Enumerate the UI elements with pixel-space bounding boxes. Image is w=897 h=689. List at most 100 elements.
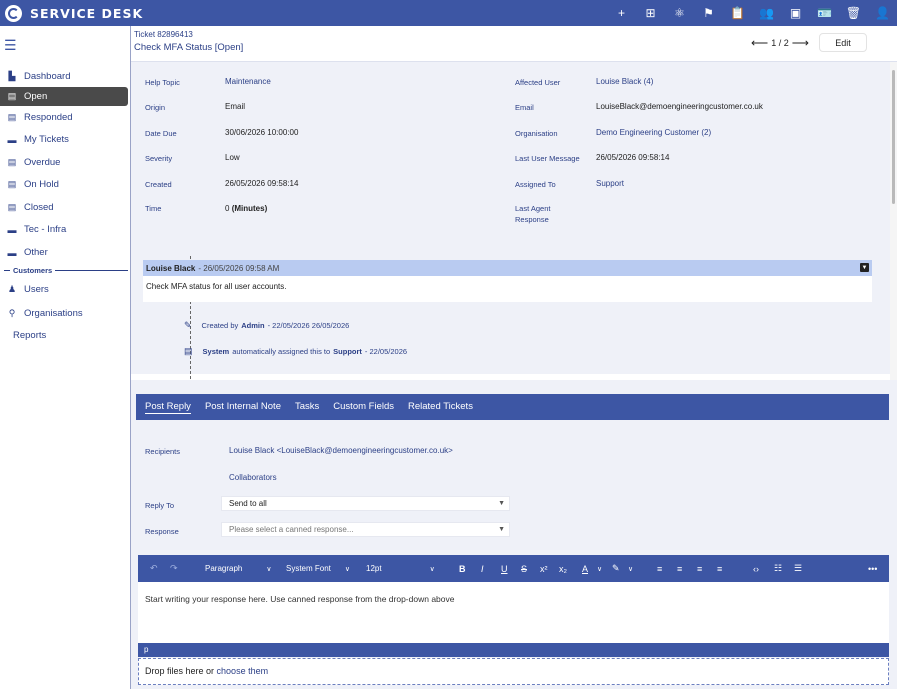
hamburger-menu-icon[interactable]: ☰ xyxy=(4,37,17,54)
flag-icon[interactable]: ⚑ xyxy=(694,6,723,20)
last-user-message-value: 26/05/2026 09:58:14 xyxy=(596,153,670,162)
affected-user-label: Affected User xyxy=(515,78,561,87)
edit-button[interactable]: Edit xyxy=(819,33,867,52)
customers-section-label: Customers xyxy=(4,266,128,275)
more-options-icon[interactable]: ••• xyxy=(868,555,877,582)
image-icon[interactable]: ▣ xyxy=(781,6,810,20)
highlight-icon[interactable]: ✎ xyxy=(612,555,620,582)
closed-icon: ▤ xyxy=(7,202,17,212)
superscript-icon[interactable]: x² xyxy=(540,555,548,582)
prev-arrow-icon[interactable]: ⟵ xyxy=(751,36,768,50)
collaborators-link[interactable]: Collaborators xyxy=(229,473,277,482)
file-dropzone[interactable]: Drop files here or choose them xyxy=(138,658,889,685)
new-window-icon[interactable]: ⊞ xyxy=(636,6,665,20)
subscript-icon[interactable]: x₂ xyxy=(559,555,567,582)
highlight-chevron-icon[interactable]: ∨ xyxy=(628,555,633,582)
sidebar-item-dashboard[interactable]: ▙ Dashboard xyxy=(0,67,128,86)
sidebar-item-reports[interactable]: Reports xyxy=(13,330,46,341)
sidebar-item-my-tickets[interactable]: ▬ My Tickets xyxy=(0,130,128,149)
redo-icon[interactable]: ↷ xyxy=(170,555,178,582)
sidebar-item-organisations[interactable]: ⚲ Organisations xyxy=(0,304,128,323)
tab-custom-fields[interactable]: Custom Fields xyxy=(333,401,394,413)
created-value: 26/05/2026 09:58:14 xyxy=(225,179,299,188)
recipients-value[interactable]: Louise Black <LouiseBlack@demoengineerin… xyxy=(229,446,453,455)
atom-icon[interactable]: ⚛ xyxy=(665,6,694,20)
chevron-down-icon: ▼ xyxy=(498,526,505,533)
overdue-icon: ▤ xyxy=(7,157,17,167)
organisation-value[interactable]: Demo Engineering Customer (2) xyxy=(596,128,711,137)
sidebar-item-label: My Tickets xyxy=(24,134,69,145)
email-label: Email xyxy=(515,103,534,112)
scrollbar-thumb[interactable] xyxy=(892,70,895,204)
plus-icon[interactable]: + xyxy=(607,6,636,20)
collapse-toggle-icon[interactable]: ▼ xyxy=(860,263,869,272)
sidebar-item-on-hold[interactable]: ▤ On Hold xyxy=(0,175,128,194)
ticket-title: Check MFA Status [Open] xyxy=(134,42,244,53)
pencil-icon: ✎ xyxy=(184,320,192,330)
next-arrow-icon[interactable]: ⟶ xyxy=(792,36,809,50)
strikethrough-icon[interactable]: S xyxy=(521,555,527,582)
align-left-icon[interactable]: ≡ xyxy=(657,555,662,582)
sidebar-item-overdue[interactable]: ▤ Overdue xyxy=(0,153,128,172)
clipboard-icon[interactable]: 📋 xyxy=(723,6,752,20)
help-topic-value[interactable]: Maintenance xyxy=(225,77,271,86)
logo-icon xyxy=(5,4,22,22)
tab-related-tickets[interactable]: Related Tickets xyxy=(408,401,473,413)
tab-tasks[interactable]: Tasks xyxy=(295,401,319,413)
sidebar-item-users[interactable]: ♟ Users xyxy=(0,280,128,299)
text-color-chevron-icon[interactable]: ∨ xyxy=(597,555,602,582)
sidebar-item-closed[interactable]: ▤ Closed xyxy=(0,198,128,217)
user-icon[interactable]: 👤 xyxy=(868,6,897,20)
reply-to-select[interactable]: Send to all ▼ xyxy=(221,496,510,511)
align-right-icon[interactable]: ≡ xyxy=(697,555,702,582)
font-family-dropdown[interactable]: System Font ∨ xyxy=(286,555,350,582)
justify-icon[interactable]: ≡ xyxy=(717,555,722,582)
text-color-icon[interactable]: A xyxy=(582,555,588,582)
editor-status-bar: p xyxy=(138,643,889,657)
sidebar-item-label: Dashboard xyxy=(24,71,71,82)
reply-to-label: Reply To xyxy=(145,501,175,510)
block-format-dropdown[interactable]: Paragraph ∨ xyxy=(205,555,271,582)
open-icon: ▤ xyxy=(7,91,17,101)
sidebar-item-open[interactable]: ▤ Open xyxy=(0,87,128,106)
app-logo[interactable]: SERVICE DESK xyxy=(0,4,144,22)
choose-files-link[interactable]: choose them xyxy=(217,666,269,676)
font-size-dropdown[interactable]: 12pt ∨ xyxy=(366,555,435,582)
other-icon: ▬ xyxy=(7,247,17,258)
top-bar-icons: + ⊞ ⚛ ⚑ 📋 👥 ▣ 🪪 🗑 👤 xyxy=(607,0,897,26)
tab-post-internal-note[interactable]: Post Internal Note xyxy=(205,401,281,413)
organisations-icon: ⚲ xyxy=(8,308,16,318)
affected-user-value[interactable]: Louise Black (4) xyxy=(596,77,653,86)
trash-icon[interactable]: 🗑 xyxy=(839,6,868,20)
underline-icon[interactable]: U xyxy=(501,555,508,582)
sidebar: ☰ ▙ Dashboard ▤ Open ▤ Responded ▬ My Tickets ▤ O… xyxy=(0,26,131,689)
canned-response-select[interactable]: Please select a canned response... ▼ xyxy=(221,522,510,537)
sidebar-item-label: Users xyxy=(24,284,49,295)
undo-icon[interactable]: ↶ xyxy=(150,555,158,582)
sidebar-item-label: Other xyxy=(24,247,48,258)
event-assigned: ▤ System automatically assigned this to Su… xyxy=(184,346,408,356)
event-created: ✎ Created by Admin - 22/05/2026 26/05/2026 xyxy=(184,320,350,330)
italic-icon[interactable]: I xyxy=(481,555,484,582)
sidebar-item-label: On Hold xyxy=(24,179,59,190)
date-due-label: Date Due xyxy=(145,129,177,138)
sidebar-item-tec-infra[interactable]: ▬ Tec - Infra xyxy=(0,220,128,239)
tec-infra-icon: ▬ xyxy=(7,224,17,235)
assigned-to-value[interactable]: Support xyxy=(596,179,624,188)
app-title: SERVICE DESK xyxy=(30,5,144,21)
align-center-icon[interactable]: ≡ xyxy=(677,555,682,582)
sidebar-item-other[interactable]: ▬ Other xyxy=(0,243,128,262)
tab-post-reply[interactable]: Post Reply xyxy=(145,401,191,414)
bold-icon[interactable]: B xyxy=(459,555,466,582)
bullet-list-icon[interactable]: ☰ xyxy=(794,555,802,582)
numbered-list-icon[interactable]: ☷ xyxy=(774,555,782,582)
code-icon[interactable]: ‹› xyxy=(753,555,759,582)
group-icon[interactable]: 👥 xyxy=(752,6,781,20)
id-card-icon[interactable]: 🪪 xyxy=(810,6,839,20)
editor-toolbar: ↶ ↷ Paragraph ∨ System Font ∨ 12pt ∨ B I U … xyxy=(138,555,889,582)
sidebar-item-responded[interactable]: ▤ Responded xyxy=(0,108,128,127)
my-tickets-icon: ▬ xyxy=(7,134,17,145)
editor-input[interactable]: Start writing your response here. Use ca… xyxy=(138,582,889,643)
sidebar-item-label: Closed xyxy=(24,202,54,213)
assign-icon: ▤ xyxy=(184,346,193,356)
